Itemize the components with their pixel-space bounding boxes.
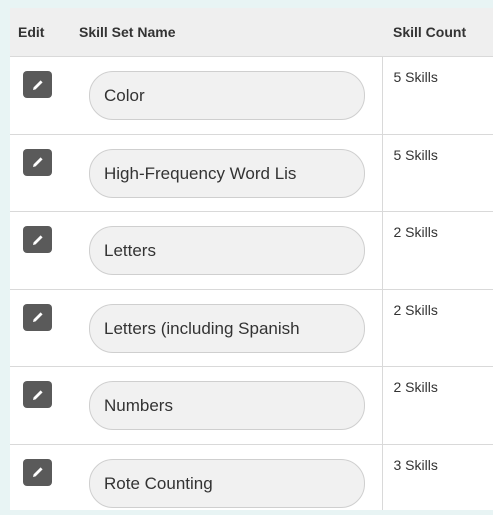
table-row: Letters (including Spanish 2 Skills bbox=[10, 289, 493, 367]
table-row: Numbers 2 Skills bbox=[10, 366, 493, 445]
skill-count: 3 Skills bbox=[382, 444, 493, 510]
name-cell: High-Frequency Word Lis bbox=[79, 134, 383, 212]
edit-cell bbox=[10, 134, 79, 212]
skill-count: 2 Skills bbox=[382, 289, 493, 367]
skill-set-name-field[interactable]: High-Frequency Word Lis bbox=[89, 148, 365, 198]
edit-button[interactable] bbox=[23, 381, 52, 408]
skill-set-name-field[interactable]: Letters bbox=[89, 226, 365, 275]
edit-button[interactable] bbox=[23, 458, 52, 486]
header-row: Edit Skill Set Name Skill Count bbox=[10, 8, 493, 57]
pencil-icon bbox=[32, 79, 43, 90]
name-cell: Numbers bbox=[79, 366, 383, 445]
skill-set-name-field[interactable]: Letters (including Spanish bbox=[89, 303, 365, 353]
edit-button[interactable] bbox=[23, 71, 52, 98]
skill-set-name-field[interactable]: Color bbox=[89, 71, 365, 120]
skill-set-table: Edit Skill Set Name Skill Count Color 5 … bbox=[10, 8, 493, 510]
skill-count: 5 Skills bbox=[382, 56, 493, 135]
edit-button[interactable] bbox=[23, 226, 52, 253]
edit-button[interactable] bbox=[23, 303, 52, 331]
column-header-edit: Edit bbox=[10, 8, 79, 57]
skill-set-name-field[interactable]: Numbers bbox=[89, 381, 365, 430]
name-cell: Letters bbox=[79, 211, 383, 290]
edit-cell bbox=[10, 56, 79, 135]
skill-count: 5 Skills bbox=[382, 134, 493, 212]
skill-count: 2 Skills bbox=[382, 211, 493, 290]
skill-set-name-field[interactable]: Rote Counting bbox=[89, 458, 365, 508]
table-row: High-Frequency Word Lis 5 Skills bbox=[10, 134, 493, 212]
edit-cell bbox=[10, 444, 79, 510]
skill-set-table-container: Edit Skill Set Name Skill Count Color 5 … bbox=[10, 8, 493, 510]
pencil-icon bbox=[32, 467, 43, 477]
column-header-skill-count[interactable]: Skill Count bbox=[382, 8, 493, 57]
column-header-skill-set-name[interactable]: Skill Set Name bbox=[79, 8, 382, 57]
edit-cell bbox=[10, 289, 79, 367]
edit-cell bbox=[10, 211, 79, 290]
edit-button[interactable] bbox=[23, 148, 52, 176]
edit-cell bbox=[10, 366, 79, 445]
name-cell: Letters (including Spanish bbox=[79, 289, 383, 367]
table-header: Edit Skill Set Name Skill Count bbox=[10, 8, 493, 57]
pencil-icon bbox=[32, 389, 43, 400]
skill-count: 2 Skills bbox=[382, 366, 493, 445]
table-body: Color 5 Skills High-Frequency Word Lis 5… bbox=[10, 56, 493, 510]
pencil-icon bbox=[32, 234, 43, 245]
table-row: Rote Counting 3 Skills bbox=[10, 444, 493, 510]
name-cell: Rote Counting bbox=[79, 444, 383, 510]
table-row: Letters 2 Skills bbox=[10, 211, 493, 290]
pencil-icon bbox=[32, 312, 43, 322]
table-row: Color 5 Skills bbox=[10, 56, 493, 135]
name-cell: Color bbox=[79, 56, 383, 135]
pencil-icon bbox=[32, 157, 43, 167]
